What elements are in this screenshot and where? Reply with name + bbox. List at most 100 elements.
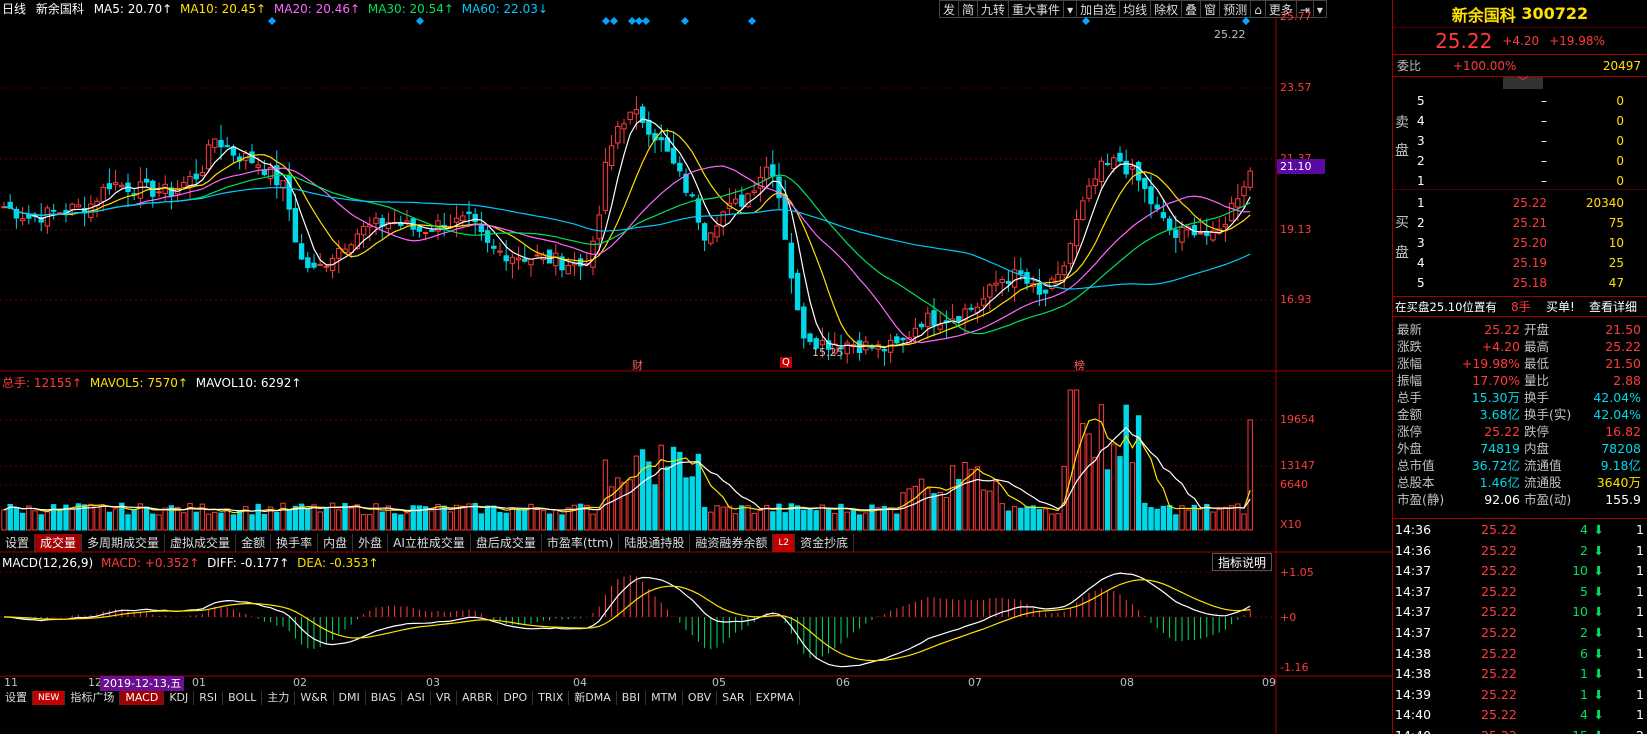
candle-body <box>255 164 261 168</box>
indicator-tab[interactable]: 多周期成交量 <box>82 534 166 552</box>
sell-level-row[interactable]: 3 – 0 <box>1393 131 1647 151</box>
indicator-tab[interactable]: 金额 <box>236 534 272 552</box>
arrow-down-icon: ⬇ <box>1594 725 1604 734</box>
volume-bar <box>1 509 7 531</box>
candle-body <box>912 327 919 338</box>
volume-bar <box>57 508 63 531</box>
sell-level-row[interactable]: 4 – 0 <box>1393 111 1647 131</box>
volume-bar <box>652 484 658 531</box>
notice-detail-link[interactable]: 查看详细 <box>1589 297 1637 317</box>
event-marker-icon[interactable] <box>628 17 636 25</box>
volume-bar <box>354 504 361 531</box>
indicator-tab[interactable]: L2 <box>773 534 796 552</box>
indicator-tab[interactable]: 新DMA <box>569 691 617 705</box>
indicator-tab[interactable]: ARBR <box>457 691 499 705</box>
volume-bar <box>156 514 162 531</box>
indicator-tab[interactable]: DMI <box>334 691 366 705</box>
indicator-tab[interactable]: MACD <box>120 691 165 705</box>
month-label: 01 <box>192 676 206 689</box>
stat-label: 内盘 <box>1524 441 1550 456</box>
buy-level-row[interactable]: 2 25.21 75 <box>1393 213 1647 233</box>
tick-price: 25.22 <box>1481 604 1517 620</box>
indicator-tab[interactable]: AI立桩成交量 <box>388 534 471 552</box>
event-marker-icon[interactable] <box>681 17 689 25</box>
candle-body <box>143 178 150 183</box>
volume-bar <box>274 512 280 531</box>
indicator-tab[interactable]: W&R <box>295 691 334 705</box>
sell-level-row[interactable]: 2 – 0 <box>1393 151 1647 171</box>
event-marker-icon[interactable] <box>268 17 276 25</box>
candle-body <box>608 145 615 166</box>
volume-bar <box>174 506 181 531</box>
indicator-tab[interactable]: 陆股通持股 <box>619 534 691 552</box>
indicator-tab[interactable]: EXPMA <box>751 691 800 705</box>
candle-body <box>1173 229 1179 238</box>
month-label: 07 <box>968 676 982 689</box>
volume-bar <box>1067 389 1074 531</box>
indicator-tab[interactable]: 换手率 <box>271 534 319 552</box>
buy-level-row[interactable]: 1 25.22 20340 <box>1393 193 1647 213</box>
mavol10-label: MAVOL10: 6292↑ <box>195 376 302 390</box>
indicator-tab[interactable]: 主力 <box>262 691 296 705</box>
stat-value: 3640万 <box>1596 475 1641 490</box>
event-marker-icon[interactable] <box>635 17 643 25</box>
event-finance-tag[interactable]: 财 <box>632 357 643 373</box>
indicator-tab[interactable]: KDJ <box>164 691 195 705</box>
price-axis-label: 25.77 <box>1280 10 1312 23</box>
event-marker-icon[interactable] <box>642 17 650 25</box>
indicator-tab[interactable]: 虚拟成交量 <box>165 534 237 552</box>
indicator-tab[interactable]: 设置 <box>0 691 33 705</box>
stat-value: 21.50 <box>1605 356 1641 371</box>
level-volume: 0 <box>1616 134 1624 148</box>
indicator-tab[interactable]: 成交量 <box>35 534 83 552</box>
stat-value: +19.98% <box>1461 356 1520 371</box>
indicator-tab[interactable]: 内盘 <box>318 534 354 552</box>
indicator-tab[interactable]: SAR <box>717 691 751 705</box>
indicator-tab[interactable]: NEW <box>33 691 66 705</box>
indicator-tab[interactable]: DPO <box>498 691 534 705</box>
indicator-tab[interactable]: 设置 <box>0 534 36 552</box>
buy-level-row[interactable]: 4 25.19 25 <box>1393 253 1647 273</box>
indicator-tab[interactable]: 指标广场 <box>65 691 121 705</box>
event-marker-icon[interactable] <box>748 17 756 25</box>
volume-bar <box>1123 404 1129 531</box>
stat-value: 25.22 <box>1484 322 1520 337</box>
event-rank-tag[interactable]: 榜 <box>1074 357 1085 373</box>
indicator-tab[interactable]: RSI <box>194 691 224 705</box>
kline-chart[interactable] <box>0 0 1392 734</box>
event-q-tag[interactable]: Q <box>780 357 792 368</box>
indicator-help-button[interactable]: 指标说明 <box>1212 553 1273 571</box>
candle-body <box>522 258 528 262</box>
arrow-down-icon: ⬇ <box>1593 666 1604 682</box>
buy-level-row[interactable]: 3 25.20 10 <box>1393 233 1647 253</box>
indicator-tab[interactable]: BIAS <box>366 691 403 705</box>
buy-level-row[interactable]: 5 25.18 47 <box>1393 273 1647 293</box>
stat-label: 金额 <box>1397 407 1423 422</box>
event-marker-icon[interactable] <box>610 17 618 25</box>
collapse-chevron-icon[interactable]: ﹀ <box>1503 77 1543 89</box>
candle-body <box>1018 270 1024 275</box>
candle-body <box>987 284 993 298</box>
indicator-tab[interactable]: BOLL <box>223 691 263 705</box>
event-marker-icon[interactable] <box>416 17 424 25</box>
indicator-tab[interactable]: OBV <box>683 691 718 705</box>
indicator-tab[interactable]: MTM <box>646 691 683 705</box>
indicator-tab[interactable]: TRIX <box>533 691 570 705</box>
indicator-tab[interactable]: ASI <box>402 691 431 705</box>
event-marker-icon[interactable] <box>1082 17 1090 25</box>
indicator-tab[interactable]: 市盈率(ttm) <box>542 534 620 552</box>
volume-bar <box>534 508 540 531</box>
indicator-tab[interactable]: BBI <box>617 691 647 705</box>
indicator-tab[interactable]: 盘后成交量 <box>471 534 542 552</box>
candle-body <box>1235 198 1241 208</box>
event-marker-icon[interactable] <box>602 17 610 25</box>
indicator-tab[interactable]: 外盘 <box>353 534 389 552</box>
sell-level-row[interactable]: 5 – 0 <box>1393 91 1647 111</box>
event-marker-icon[interactable] <box>1242 17 1250 25</box>
indicator-tab[interactable]: VR <box>431 691 457 705</box>
sell-level-row[interactable]: 1 – 0 <box>1393 171 1647 191</box>
candle-body <box>1111 157 1117 169</box>
tick-row: 14:36 25.22 4 ⬇ 1 <box>1393 519 1647 541</box>
indicator-tab[interactable]: 融资融券余额 <box>690 534 774 552</box>
indicator-tab[interactable]: 资金抄底 <box>795 534 855 552</box>
